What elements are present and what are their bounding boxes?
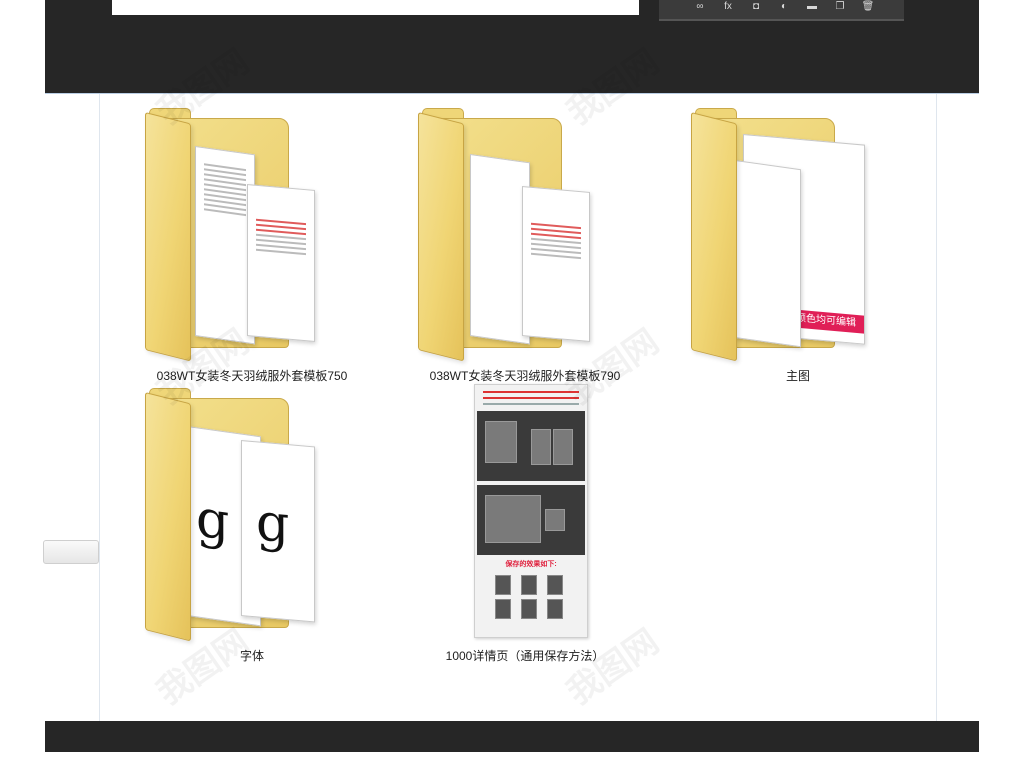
screenshot-frame: ∞ fx ◘ ◐ ▬ ❐ 🗑 038WT女装冬天羽绒服外套模板750 038WT… [43,0,979,768]
pane-divider [936,94,937,722]
item-label: 038WT女装冬天羽绒服外套模板750 [156,369,348,383]
font-glyph: g [256,492,290,556]
folder-item-main-image[interactable]: 颜色均可编辑 主图 [683,104,913,383]
mask-icon[interactable]: ◘ [749,1,763,13]
navigation-pane [43,94,100,722]
item-label: 主图 [785,369,810,383]
trash-icon[interactable]: 🗑 [861,1,875,13]
item-label: 字体 [239,649,264,663]
folder-item-fonts[interactable]: g g 字体 [137,384,367,663]
folder-icon [137,104,367,366]
ps-layers-panel-footer: ∞ fx ◘ ◐ ▬ ❐ 🗑 [659,0,904,21]
folder-icon [410,104,640,366]
item-label: 038WT女装冬天羽绒服外套模板790 [429,369,621,383]
photoshop-strip: ∞ fx ◘ ◐ ▬ ❐ 🗑 [45,0,979,93]
nav-pane-button[interactable] [43,540,99,564]
ps-canvas [112,0,639,15]
adjustment-icon[interactable]: ◐ [777,1,791,13]
explorer-content: 038WT女装冬天羽绒服外套模板750 038WT女装冬天羽绒服外套模板790 [43,93,979,722]
folder-item-750[interactable]: 038WT女装冬天羽绒服外套模板750 [137,104,367,383]
fx-icon[interactable]: fx [721,1,735,13]
folder-icon: 颜色均可编辑 [683,104,913,366]
image-item-detail-page[interactable]: 保存的效果如下: 1000详情页（通用保存方法） [410,384,640,663]
bottom-dark-bar [45,721,979,752]
font-glyph: g [196,488,230,553]
item-label: 1000详情页（通用保存方法） [445,649,605,663]
folder-item-790[interactable]: 038WT女装冬天羽绒服外套模板790 [410,104,640,383]
link-icon[interactable]: ∞ [693,1,707,13]
new-layer-icon[interactable]: ❐ [833,1,847,13]
folder-icon: g g [137,384,367,646]
image-thumbnail: 保存的效果如下: [410,384,640,646]
detail-caption: 保存的效果如下: [505,561,557,568]
group-icon[interactable]: ▬ [805,1,819,13]
